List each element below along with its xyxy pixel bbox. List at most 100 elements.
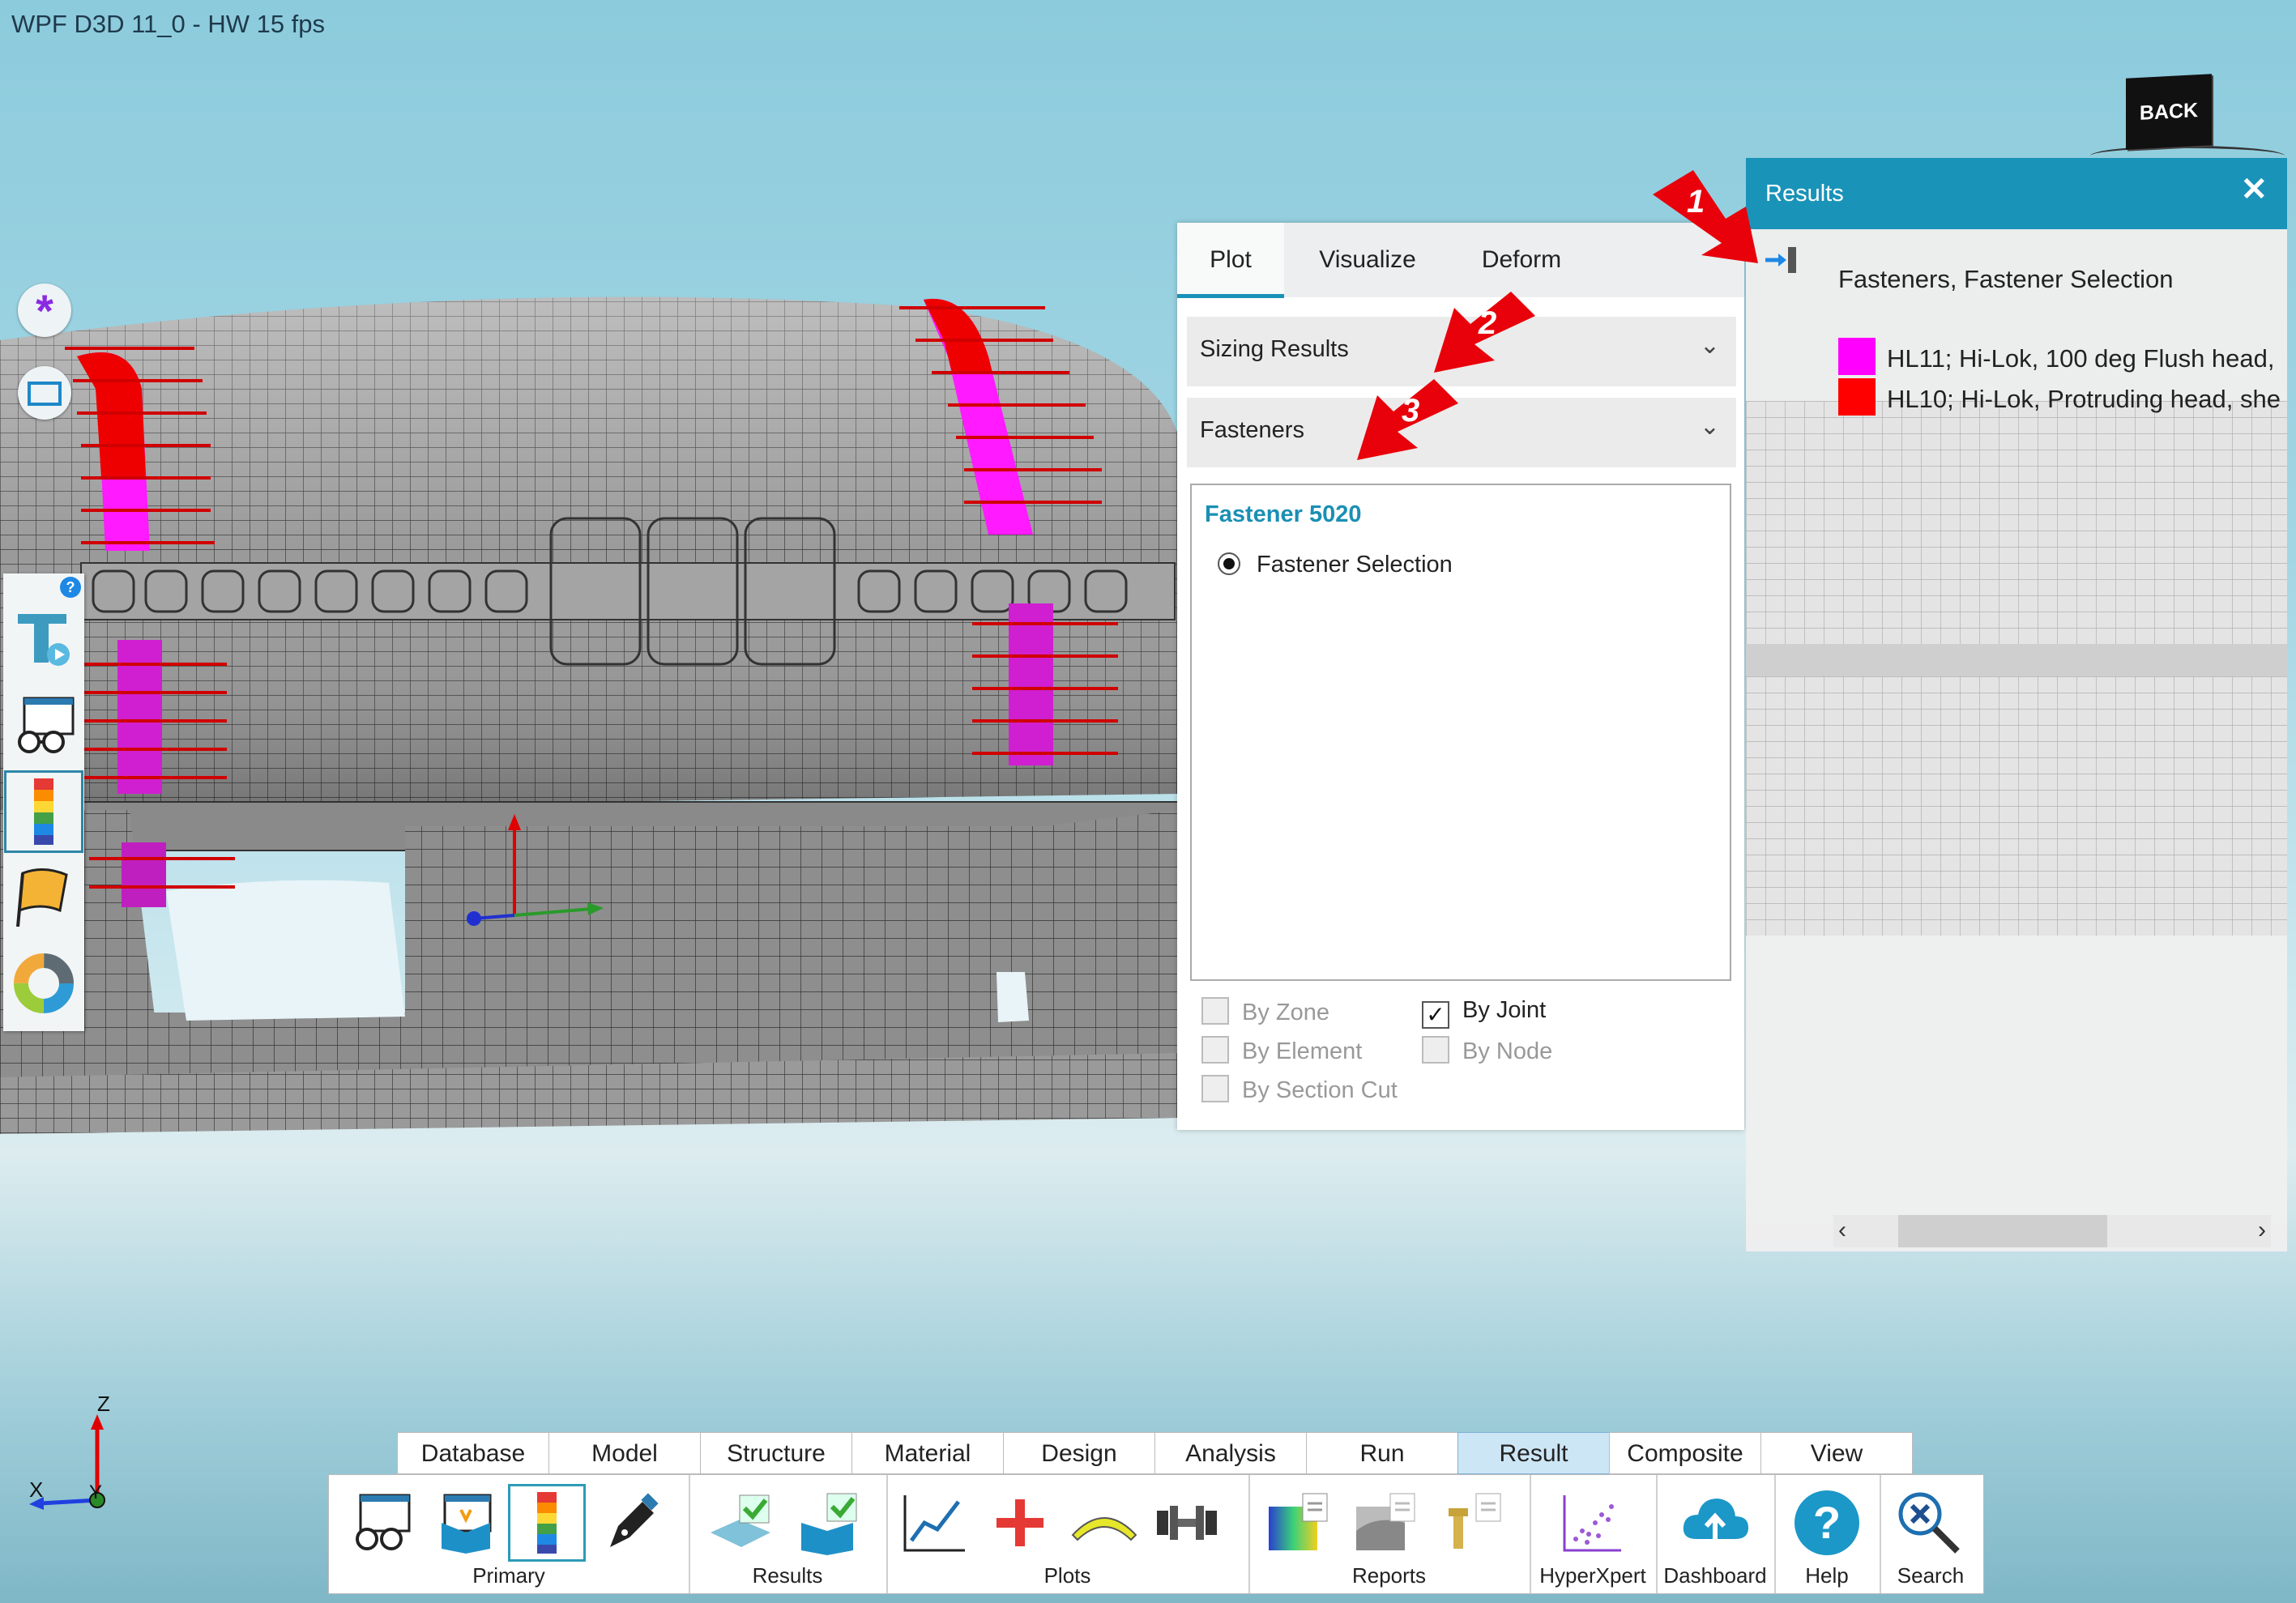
tab-material[interactable]: Material bbox=[851, 1432, 1004, 1474]
close-icon[interactable]: ✕ bbox=[2240, 171, 2268, 208]
legend-swatch bbox=[1838, 378, 1876, 416]
fasteners-label: Fasteners bbox=[1200, 417, 1304, 443]
report-contour-icon[interactable] bbox=[1261, 1486, 1334, 1559]
ribbon-group-search: Search bbox=[1880, 1475, 1982, 1593]
results-background-mesh bbox=[1746, 401, 2287, 936]
search-icon[interactable] bbox=[1893, 1486, 1965, 1559]
callout-3-label: 3 bbox=[1402, 393, 1419, 428]
svg-text:?: ? bbox=[1813, 1497, 1841, 1548]
tab-result[interactable]: Result bbox=[1457, 1432, 1610, 1474]
help-icon[interactable]: ? bbox=[1790, 1486, 1863, 1559]
axis-triad: Z X Y bbox=[29, 1393, 110, 1510]
tab-view[interactable]: View bbox=[1760, 1432, 1913, 1474]
chevron-down-icon: ⌄ bbox=[1699, 413, 1720, 440]
ribbon: Primary Results Plots Reports HyperXpert… bbox=[328, 1474, 1984, 1594]
ribbon-group-help: ? Help bbox=[1774, 1475, 1881, 1593]
window-title: WPF D3D 11_0 - HW 15 fps bbox=[11, 10, 326, 38]
fastener-selection-label: Fastener Selection bbox=[1257, 552, 1453, 578]
fastener-list-title: Fastener 5020 bbox=[1205, 501, 1362, 527]
report-fastener-icon[interactable] bbox=[1435, 1486, 1508, 1559]
palette-icon[interactable] bbox=[429, 1486, 502, 1559]
tab-structure[interactable]: Structure bbox=[700, 1432, 852, 1474]
dumbbell-plot-icon[interactable] bbox=[1150, 1486, 1223, 1559]
by-section-cut-label: By Section Cut bbox=[1242, 1077, 1398, 1103]
fastener-list[interactable]: Fastener 5020 Fastener Selection bbox=[1190, 484, 1731, 981]
pin-panel-icon[interactable] bbox=[1764, 244, 1799, 276]
chevron-down-icon: ⌄ bbox=[1699, 332, 1720, 359]
ribbon-group-reports: Reports bbox=[1248, 1475, 1531, 1593]
tab-model[interactable]: Model bbox=[548, 1432, 701, 1474]
tab-visualize[interactable]: Visualize bbox=[1299, 223, 1436, 294]
by-zone-label: By Zone bbox=[1242, 1000, 1329, 1025]
tab-composite[interactable]: Composite bbox=[1609, 1432, 1761, 1474]
flag-icon[interactable] bbox=[3, 855, 84, 940]
scrollbar-thumb[interactable] bbox=[1898, 1215, 2107, 1247]
callout-2-label: 2 bbox=[1478, 305, 1496, 341]
glasses-icon[interactable] bbox=[345, 1486, 418, 1559]
tab-database[interactable]: Database bbox=[397, 1432, 549, 1474]
legend-item-hl11: HL11; Hi-Lok, 100 deg Flush head, bbox=[1838, 338, 2275, 375]
sizing-results-label: Sizing Results bbox=[1200, 336, 1349, 362]
contour-legend-icon[interactable] bbox=[3, 770, 84, 854]
callout-1: 1 bbox=[1653, 170, 1758, 263]
by-joint-label: By Joint bbox=[1462, 997, 1547, 1023]
results-check-icon[interactable] bbox=[705, 1486, 778, 1559]
by-section-cut-checkbox[interactable]: By Section Cut bbox=[1201, 1075, 1398, 1104]
left-toolbar: ? bbox=[3, 573, 84, 1031]
asterisk-icon[interactable]: * bbox=[18, 284, 71, 337]
help-badge-icon[interactable]: ? bbox=[60, 577, 81, 598]
callout-2: 2 bbox=[1434, 292, 1535, 373]
results-book-icon[interactable] bbox=[792, 1486, 865, 1559]
ribbon-group-plots: Plots bbox=[886, 1475, 1250, 1593]
by-element-checkbox[interactable]: By Element bbox=[1201, 1036, 1362, 1065]
view-window-icon[interactable] bbox=[18, 366, 71, 420]
contour-legend-icon[interactable] bbox=[508, 1484, 586, 1562]
results-panel: Results ✕ Fasteners, Fastener Selection … bbox=[1746, 158, 2287, 1251]
ribbon-group-primary-label: Primary bbox=[472, 1563, 545, 1588]
cross-plot-icon[interactable] bbox=[984, 1486, 1056, 1559]
pen-icon[interactable] bbox=[596, 1486, 669, 1559]
by-node-checkbox[interactable]: By Node bbox=[1422, 1036, 1552, 1065]
by-element-label: By Element bbox=[1242, 1038, 1363, 1064]
ribbon-group-dashboard-label: Dashboard bbox=[1663, 1563, 1767, 1588]
by-node-label: By Node bbox=[1462, 1038, 1553, 1064]
results-subtitle: Fasteners, Fastener Selection bbox=[1838, 265, 2174, 293]
scroll-left-icon[interactable]: ‹ bbox=[1838, 1217, 1846, 1244]
legend-swatch bbox=[1838, 338, 1876, 375]
by-joint-checkbox[interactable]: ✓ By Joint bbox=[1422, 997, 1546, 1029]
ribbon-group-hyperxpert: HyperXpert bbox=[1530, 1475, 1658, 1593]
callout-3: 3 bbox=[1357, 379, 1458, 460]
donut-chart-icon[interactable] bbox=[3, 941, 84, 1025]
radio-selected-icon[interactable] bbox=[1218, 552, 1240, 575]
fuselage-3d-model[interactable] bbox=[0, 243, 1183, 1150]
legend-label: HL11; Hi-Lok, 100 deg Flush head, bbox=[1887, 344, 2275, 373]
ribbon-group-help-label: Help bbox=[1805, 1563, 1849, 1588]
glasses-icon[interactable] bbox=[3, 684, 84, 768]
results-header: Results ✕ bbox=[1746, 158, 2287, 229]
tab-plot[interactable]: Plot bbox=[1177, 223, 1284, 298]
fastener-selection-option[interactable]: Fastener Selection bbox=[1218, 552, 1453, 578]
legend-item-hl10: HL10; Hi-Lok, Protruding head, she bbox=[1838, 378, 2281, 416]
ribbon-group-results: Results bbox=[689, 1475, 888, 1593]
horizontal-scrollbar[interactable]: ‹ › bbox=[1833, 1215, 2271, 1247]
ribbon-group-dashboard: Dashboard bbox=[1656, 1475, 1776, 1593]
scroll-right-icon[interactable]: › bbox=[2258, 1217, 2266, 1244]
tab-analysis[interactable]: Analysis bbox=[1154, 1432, 1307, 1474]
tab-run[interactable]: Run bbox=[1306, 1432, 1458, 1474]
tab-deform[interactable]: Deform bbox=[1453, 223, 1590, 294]
arc-plot-icon[interactable] bbox=[1068, 1486, 1141, 1559]
ribbon-group-reports-label: Reports bbox=[1351, 1563, 1427, 1588]
scatter-icon[interactable] bbox=[1556, 1486, 1628, 1559]
text-template-icon[interactable] bbox=[3, 598, 84, 682]
line-plot-icon[interactable] bbox=[898, 1486, 971, 1559]
view-cube-back-button[interactable]: BACK bbox=[2126, 74, 2212, 150]
axis-y-label: Y bbox=[89, 1481, 102, 1503]
legend-label: HL10; Hi-Lok, Protruding head, she bbox=[1887, 385, 2281, 413]
ribbon-group-plots-label: Plots bbox=[1043, 1563, 1091, 1588]
report-gray-icon[interactable] bbox=[1349, 1486, 1422, 1559]
by-zone-checkbox[interactable]: By Zone bbox=[1201, 997, 1329, 1026]
axis-x-label: X bbox=[29, 1477, 43, 1502]
cloud-upload-icon[interactable] bbox=[1679, 1486, 1752, 1559]
ribbon-group-primary: Primary bbox=[329, 1475, 690, 1593]
tab-design[interactable]: Design bbox=[1003, 1432, 1155, 1474]
